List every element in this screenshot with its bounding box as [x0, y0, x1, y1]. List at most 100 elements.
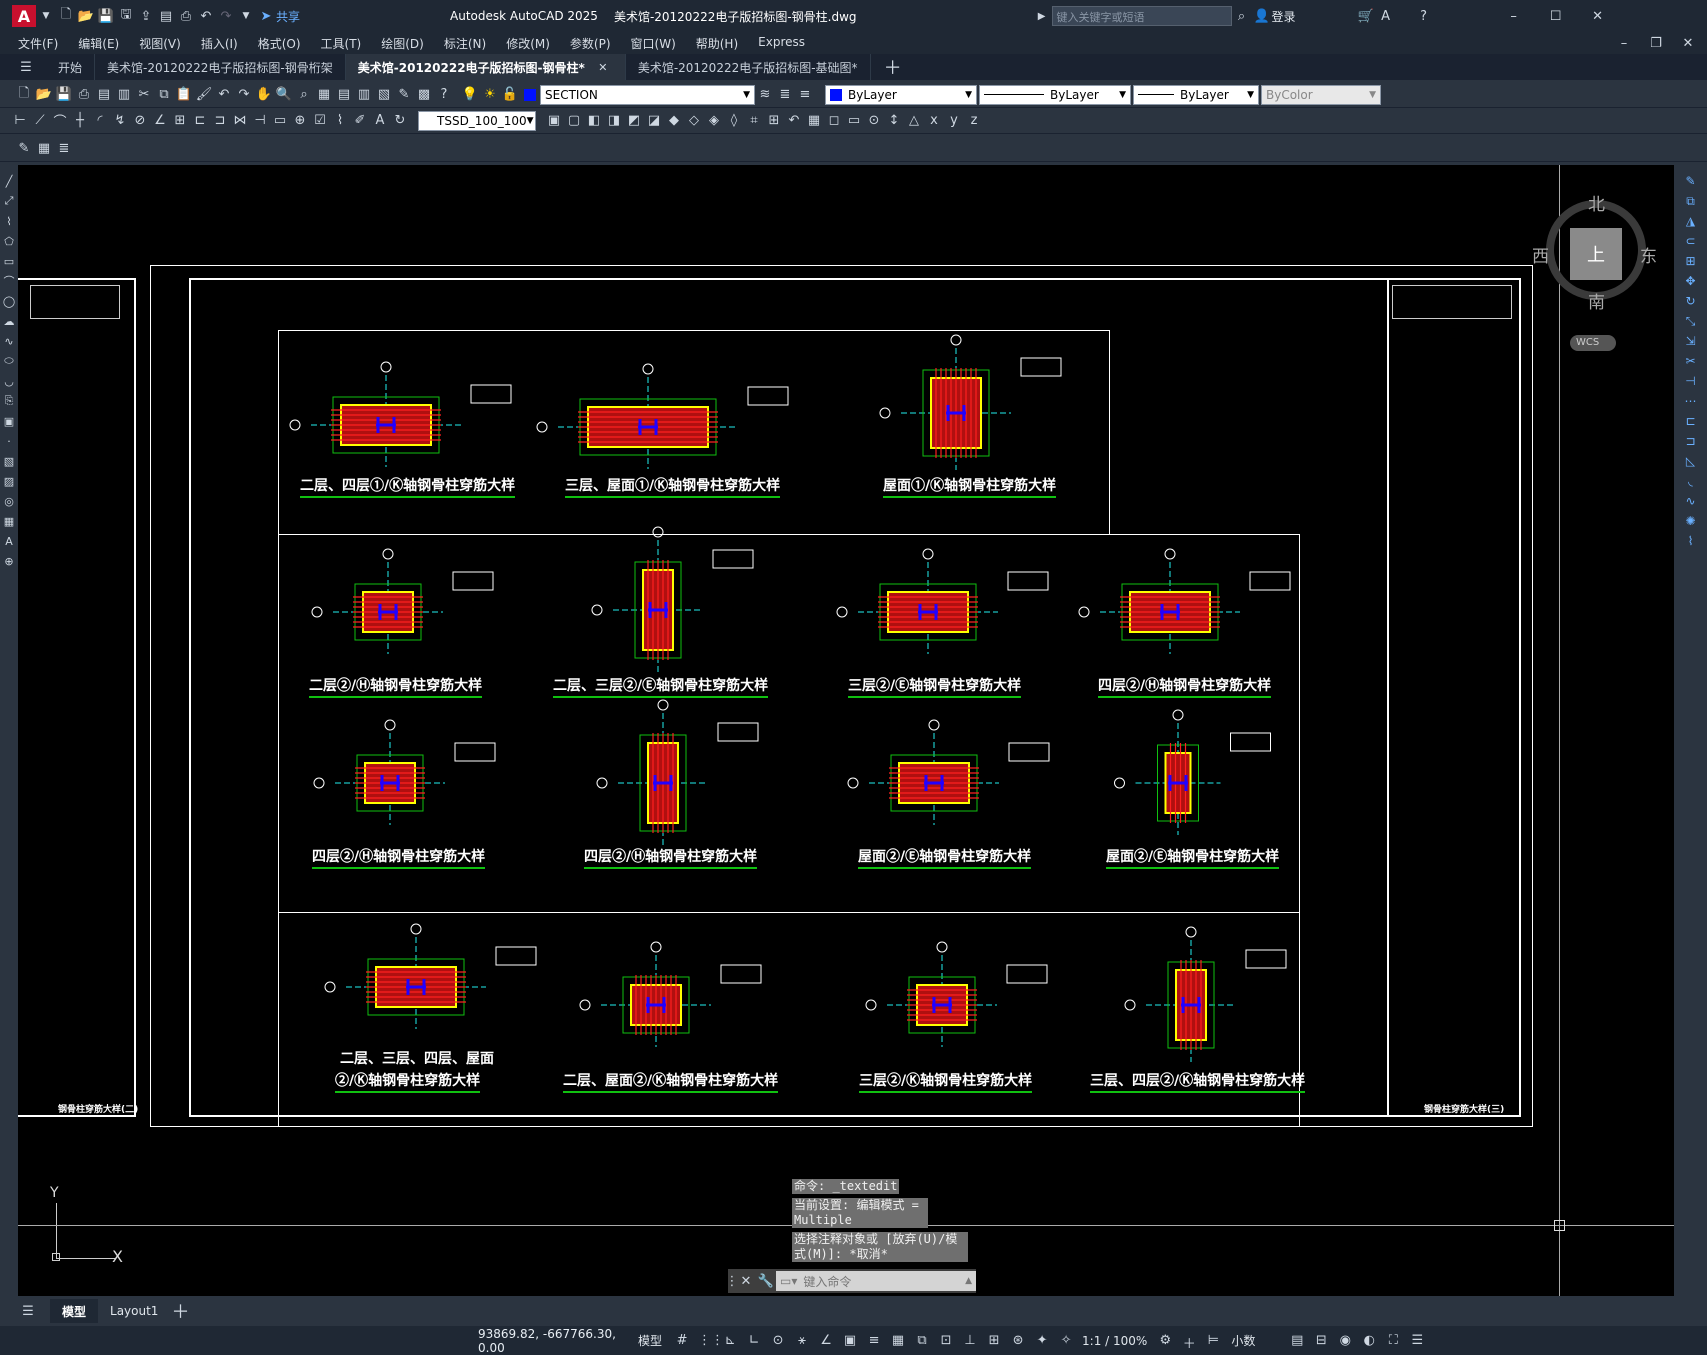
redo-icon[interactable]: ↷ — [234, 85, 254, 105]
dimstyle-dropdown[interactable]: TSSD_100_100 ▼ — [418, 110, 536, 131]
isodraft-icon[interactable]: ⚹ — [794, 1333, 810, 1349]
gradient-icon[interactable]: ▨ — [1, 471, 17, 491]
construction-line-icon[interactable]: ⤢ — [1, 191, 17, 211]
selection-filter-icon[interactable]: ⊞ — [986, 1333, 1002, 1349]
hatch-icon[interactable]: ▧ — [1, 451, 17, 471]
polyline-icon[interactable]: ⌇ — [1, 211, 17, 231]
menu-item[interactable]: 插入(I) — [191, 35, 248, 52]
extend-icon[interactable]: ⊣ — [1681, 371, 1701, 391]
model-space-button[interactable]: 模型 — [638, 1332, 662, 1349]
center-mark-icon[interactable]: ⊕ — [290, 111, 310, 131]
viewcube-south[interactable]: 南 — [1588, 288, 1605, 313]
sun-icon[interactable]: ☀ — [480, 85, 500, 105]
dim-update-icon[interactable]: ↻ — [390, 111, 410, 131]
annotation-scale[interactable]: 1:1 / 100% — [1082, 1334, 1147, 1348]
move-icon[interactable]: ✥ — [1681, 271, 1701, 291]
ucs-world-icon[interactable]: ⊞ — [764, 111, 784, 131]
ucs-zrot-icon[interactable]: z — [964, 111, 984, 131]
publish-icon[interactable]: ▥ — [114, 85, 134, 105]
ucs-icon[interactable]: ⌗ — [744, 111, 764, 131]
print-icon[interactable]: ⎙ — [176, 6, 196, 26]
ucs-object-icon[interactable]: ◻ — [824, 111, 844, 131]
join-icon[interactable]: ⊐ — [1681, 431, 1701, 451]
transparency-icon[interactable]: ▦ — [890, 1333, 906, 1349]
color-dropdown[interactable]: ByLayer ▼ — [825, 84, 977, 105]
mirror-icon[interactable]: ◮ — [1681, 211, 1701, 231]
wcs-menu[interactable]: WCS — [1570, 335, 1616, 351]
menu-item[interactable]: 窗口(W) — [621, 35, 686, 52]
menu-item[interactable]: 视图(V) — [129, 35, 191, 52]
paste-icon[interactable]: 📋 — [174, 85, 194, 105]
infer-icon[interactable]: ⊾ — [722, 1333, 738, 1349]
grid-icon[interactable]: # — [674, 1333, 690, 1349]
viewcube[interactable]: 上 北 南 西 东 — [1532, 190, 1658, 313]
offset-icon[interactable]: ⊂ — [1681, 231, 1701, 251]
dim-arc-icon[interactable]: ⌒ — [50, 111, 70, 131]
drawing-canvas[interactable]: 钢骨柱穿筋大样(二) 钢骨柱穿筋大样(三) 二层、四层①/Ⓚ轴钢骨柱穿筋大样 三… — [18, 165, 1674, 1296]
view-sw-icon[interactable]: ◆ — [664, 111, 684, 131]
ucs-prev-icon[interactable]: ↶ — [784, 111, 804, 131]
view-bottom-icon[interactable]: ▢ — [564, 111, 584, 131]
menu-item[interactable]: 帮助(H) — [686, 35, 748, 52]
cut-icon[interactable]: ✂ — [134, 85, 154, 105]
menu-item[interactable]: Express — [748, 35, 815, 52]
new-icon[interactable]: 🗋 — [14, 85, 34, 105]
zoom-window-icon[interactable]: ⌕ — [294, 85, 314, 105]
osnap-track-icon[interactable]: ∠ — [818, 1333, 834, 1349]
sheet-set-icon[interactable]: ▧ — [374, 85, 394, 105]
snap-icon[interactable]: ⋮⋮ — [698, 1333, 724, 1349]
coordinates[interactable]: 93869.82, -667766.30, 0.00 — [478, 1327, 638, 1355]
undo-icon[interactable]: ↶ — [214, 85, 234, 105]
dynamic-ucs-icon[interactable]: ⊥ — [962, 1333, 978, 1349]
arc-icon[interactable]: ⌒ — [1, 271, 17, 291]
save-icon[interactable]: 💾 — [96, 6, 116, 26]
close-icon[interactable]: ✕ — [1588, 6, 1608, 26]
layer-iso-icon[interactable]: ≡ — [795, 85, 815, 105]
share-button[interactable]: 共享 — [276, 8, 300, 25]
isolate-icon[interactable]: ◉ — [1337, 1333, 1353, 1349]
tab-steel-truss[interactable]: 美术馆-20120222电子版招标图-钢骨桁架 — [95, 54, 346, 80]
units-dropdown[interactable]: 小数 — [1231, 1332, 1255, 1349]
dim-aligned-icon[interactable]: ⟋ — [30, 111, 50, 131]
annotation-visibility-icon[interactable]: ✦ — [1034, 1333, 1050, 1349]
stretch-icon[interactable]: ⇲ — [1681, 331, 1701, 351]
ellipse-arc-icon[interactable]: ◡ — [1, 371, 17, 391]
command-input[interactable]: ▭▾ 键入命令 ▲ — [776, 1271, 976, 1291]
new-tab-icon[interactable]: ＋ — [883, 57, 903, 79]
drag-handle-icon[interactable]: ⋮ — [726, 1271, 739, 1291]
dim-text-edit-icon[interactable]: A — [370, 111, 390, 131]
line-icon[interactable]: ╱ — [1, 171, 17, 191]
zoom-realtime-icon[interactable]: 🔍 — [274, 85, 294, 105]
new-file-icon[interactable]: 🗋 — [56, 6, 76, 26]
edit-polyline-icon[interactable]: ⌇ — [1681, 531, 1701, 551]
autodesk-account-icon[interactable]: A — [1376, 6, 1396, 26]
inspect-icon[interactable]: ☑ — [310, 111, 330, 131]
dim-continue-icon[interactable]: ⊐ — [210, 111, 230, 131]
hamburger-icon[interactable]: ☰ — [16, 57, 36, 77]
dim-baseline-icon[interactable]: ⊏ — [190, 111, 210, 131]
chevron-down-icon[interactable]: ▼ — [36, 6, 56, 26]
layer-state-icon[interactable]: 💡 — [460, 85, 480, 105]
help-icon[interactable]: ? — [1414, 6, 1434, 26]
spline-icon[interactable]: ∿ — [1, 331, 17, 351]
undo-icon[interactable]: ↶ — [196, 6, 216, 26]
rotate-icon[interactable]: ↻ — [1681, 291, 1701, 311]
ellipse-icon[interactable]: ⬭ — [1, 351, 17, 371]
add-selected-icon[interactable]: ⊕ — [1, 551, 17, 571]
dim-ordinate-icon[interactable]: ┼ — [70, 111, 90, 131]
quick-dim-icon[interactable]: ⊞ — [170, 111, 190, 131]
polar-icon[interactable]: ⊙ — [770, 1333, 786, 1349]
ucs-3pt-icon[interactable]: △ — [904, 111, 924, 131]
publish-icon[interactable]: ▤ — [156, 6, 176, 26]
osnap-icon[interactable]: ▣ — [842, 1333, 858, 1349]
redo-icon[interactable]: ↷ — [216, 6, 236, 26]
tab-foundation[interactable]: 美术馆-20120222电子版招标图-基础图* — [626, 54, 871, 80]
layer-match-icon[interactable]: ≋ — [755, 85, 775, 105]
customize-icon[interactable]: ▼ — [236, 6, 256, 26]
properties-icon[interactable]: ▦ — [314, 85, 334, 105]
copy-icon[interactable]: ⧉ — [154, 85, 174, 105]
3d-osnap-icon[interactable]: ⊡ — [938, 1333, 954, 1349]
array-icon[interactable]: ⊞ — [1681, 251, 1701, 271]
tolerance-icon[interactable]: ▭ — [270, 111, 290, 131]
menu-item[interactable]: 格式(O) — [248, 35, 311, 52]
